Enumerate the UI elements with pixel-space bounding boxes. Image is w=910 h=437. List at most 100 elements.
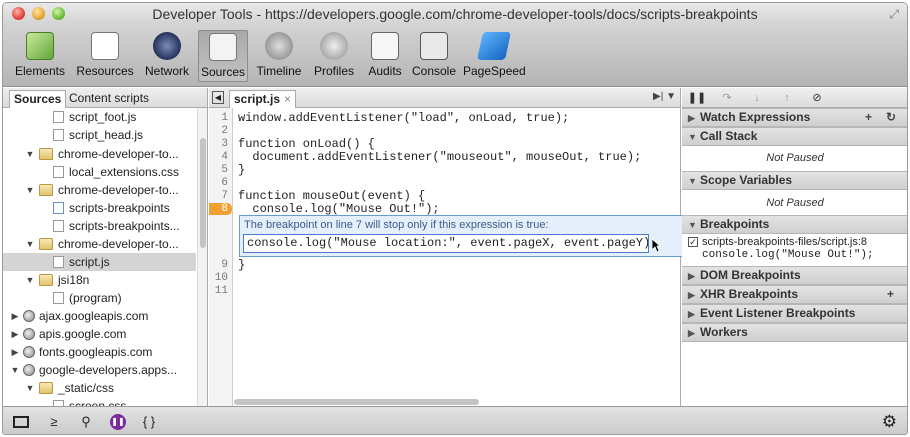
close-tab-icon[interactable]: × [284,92,291,106]
search-icon[interactable]: ⚲ [77,413,95,431]
tree-item[interactable]: ▼ chrome-developer-to... [3,145,196,163]
tab-content-scripts[interactable]: Content scripts [65,90,153,108]
tree-item[interactable]: ▶ ajax.googleapis.com [3,307,196,325]
pause-on-exceptions-icon[interactable]: ❚❚ [110,414,126,430]
tab-network[interactable]: Network [141,30,193,82]
editor-horizontal-scrollbar[interactable] [234,398,680,406]
tree-item[interactable]: ▼ chrome-developer-to... [3,181,196,199]
tree-item[interactable]: ▶ apis.google.com [3,325,196,343]
section-title: Breakpoints [700,217,770,231]
tab-pagespeed[interactable]: PageSpeed [463,30,526,82]
line-number-gutter[interactable]: 1 2 3 4 5 6 7 8 9 10 11 [209,108,233,406]
step-into-icon[interactable]: ↓ [746,90,768,106]
section-scope-variables[interactable]: ▼ Scope Variables [682,171,907,190]
code-line[interactable]: } [238,259,245,272]
tree-item[interactable]: local_extensions.css [3,163,196,181]
network-icon [153,32,181,60]
tab-sources[interactable]: Sources [198,30,248,82]
section-title: DOM Breakpoints [700,268,801,282]
tab-resources[interactable]: Resources [73,30,137,82]
code-line[interactable]: } [238,164,245,177]
section-title: Scope Variables [700,173,793,187]
tab-profiles[interactable]: Profiles [309,30,359,82]
file-icon [53,129,64,141]
close-window-button[interactable] [12,7,25,20]
tab-audits[interactable]: Audits [363,30,407,82]
settings-gear-icon[interactable]: ⚙ [882,413,897,431]
disclosure-down-icon[interactable]: ▼ [25,379,35,397]
editor-tab-bar: ◀ script.js × ▶| ▼ [209,88,680,108]
dock-icon[interactable] [13,416,29,428]
tab-label: Network [144,64,189,78]
tab-console[interactable]: Console [409,30,459,82]
breakpoint-checkbox[interactable]: ✓ [688,237,698,247]
code-line[interactable]: window.addEventListener("load", onLoad, … [238,112,569,125]
disclosure-down-icon[interactable]: ▼ [25,145,35,163]
folder-icon [39,274,53,286]
toggle-navigator-icon[interactable]: ◀ [212,91,224,104]
disclosure-down-icon: ▼ [688,176,697,186]
section-breakpoints[interactable]: ▼ Breakpoints [682,215,907,234]
tree-item[interactable]: screen.css [3,397,196,406]
tree-item[interactable]: ▼ chrome-developer-to... [3,235,196,253]
step-over-icon[interactable]: ↷ [716,90,738,106]
tab-timeline[interactable]: Timeline [253,30,305,82]
step-out-icon[interactable]: ↑ [776,90,798,106]
tree-item[interactable]: ▼ _static/css [3,379,196,397]
tree-item[interactable]: scripts-breakpoints... [3,217,196,235]
mouse-pointer-icon [652,239,660,253]
tree-item[interactable]: scripts-breakpoints [3,199,196,217]
tree-item-label: screen.css [69,399,127,406]
scrollbar-thumb[interactable] [234,399,479,405]
tab-sources-list[interactable]: Sources [9,90,67,108]
script-file-icon [53,202,64,214]
disclosure-down-icon[interactable]: ▼ [25,271,35,289]
line-number: 11 [214,285,228,297]
tree-item-label: chrome-developer-to... [58,183,179,197]
disclosure-down-icon[interactable]: ▼ [25,181,35,199]
minimize-window-button[interactable] [32,7,45,20]
breakpoint-marker[interactable]: 8 [209,203,232,215]
tab-label: Audits [368,64,402,78]
line-number: 1 [221,112,228,124]
file-icon [53,166,64,178]
section-xhr-breakpoints[interactable]: ▶ XHR Breakpoints + [682,285,907,304]
editor-tab-script-js[interactable]: script.js × [229,90,297,108]
tab-elements[interactable]: Elements [11,30,69,82]
pretty-print-icon[interactable]: { } [137,413,161,431]
section-dom-breakpoints[interactable]: ▶ DOM Breakpoints [682,266,907,285]
tree-item[interactable]: ▶ fonts.googleapis.com [3,343,196,361]
tree-item-label: jsi18n [58,273,90,287]
section-event-listener-breakpoints[interactable]: ▶ Event Listener Breakpoints [682,304,907,323]
code-line[interactable]: document.addEventListener("mouseout", mo… [238,151,641,164]
tree-item-label: fonts.googleapis.com [39,345,153,359]
tree-item-selected[interactable]: script.js [3,253,196,271]
disclosure-right-icon[interactable]: ▶ [10,343,20,361]
zoom-window-button[interactable] [52,7,65,20]
toggle-debugger-icon[interactable]: ▶| ▼ [653,91,676,102]
disclosure-right-icon[interactable]: ▶ [10,325,20,343]
console-drawer-icon[interactable]: ≥ [45,413,63,431]
add-xhr-breakpoint-icon[interactable]: + [887,286,894,303]
scrollbar-thumb[interactable] [200,138,206,248]
condition-input[interactable]: console.log("Mouse location:", event.pag… [243,234,649,253]
disclosure-down-icon[interactable]: ▼ [10,361,20,379]
pause-icon[interactable]: ❚❚ [686,90,708,106]
section-watch-expressions[interactable]: ▶ Watch Expressions + ↻ [682,108,907,127]
fullscreen-icon[interactable]: ⤢ [889,7,899,21]
deactivate-breakpoints-icon[interactable]: ⊘ [806,90,828,106]
tree-item[interactable]: script_head.js [3,126,196,144]
conditional-breakpoint-popup: The breakpoint on line 7 will stop only … [239,215,685,257]
tree-item[interactable]: script_foot.js [3,108,196,126]
refresh-watch-icon[interactable]: ↻ [886,109,896,126]
tree-item[interactable]: (program) [3,289,196,307]
section-workers[interactable]: ▶ Workers [682,323,907,342]
disclosure-right-icon[interactable]: ▶ [10,307,20,325]
navigator-scrollbar[interactable] [197,108,207,406]
disclosure-down-icon[interactable]: ▼ [25,235,35,253]
breakpoint-location: scripts-breakpoints-files/script.js:8 [702,236,868,248]
tree-item[interactable]: ▼ jsi18n [3,271,196,289]
tree-item[interactable]: ▼ google-developers.apps... [3,361,196,379]
add-watch-icon[interactable]: + [865,109,872,126]
section-call-stack[interactable]: ▼ Call Stack [682,127,907,146]
